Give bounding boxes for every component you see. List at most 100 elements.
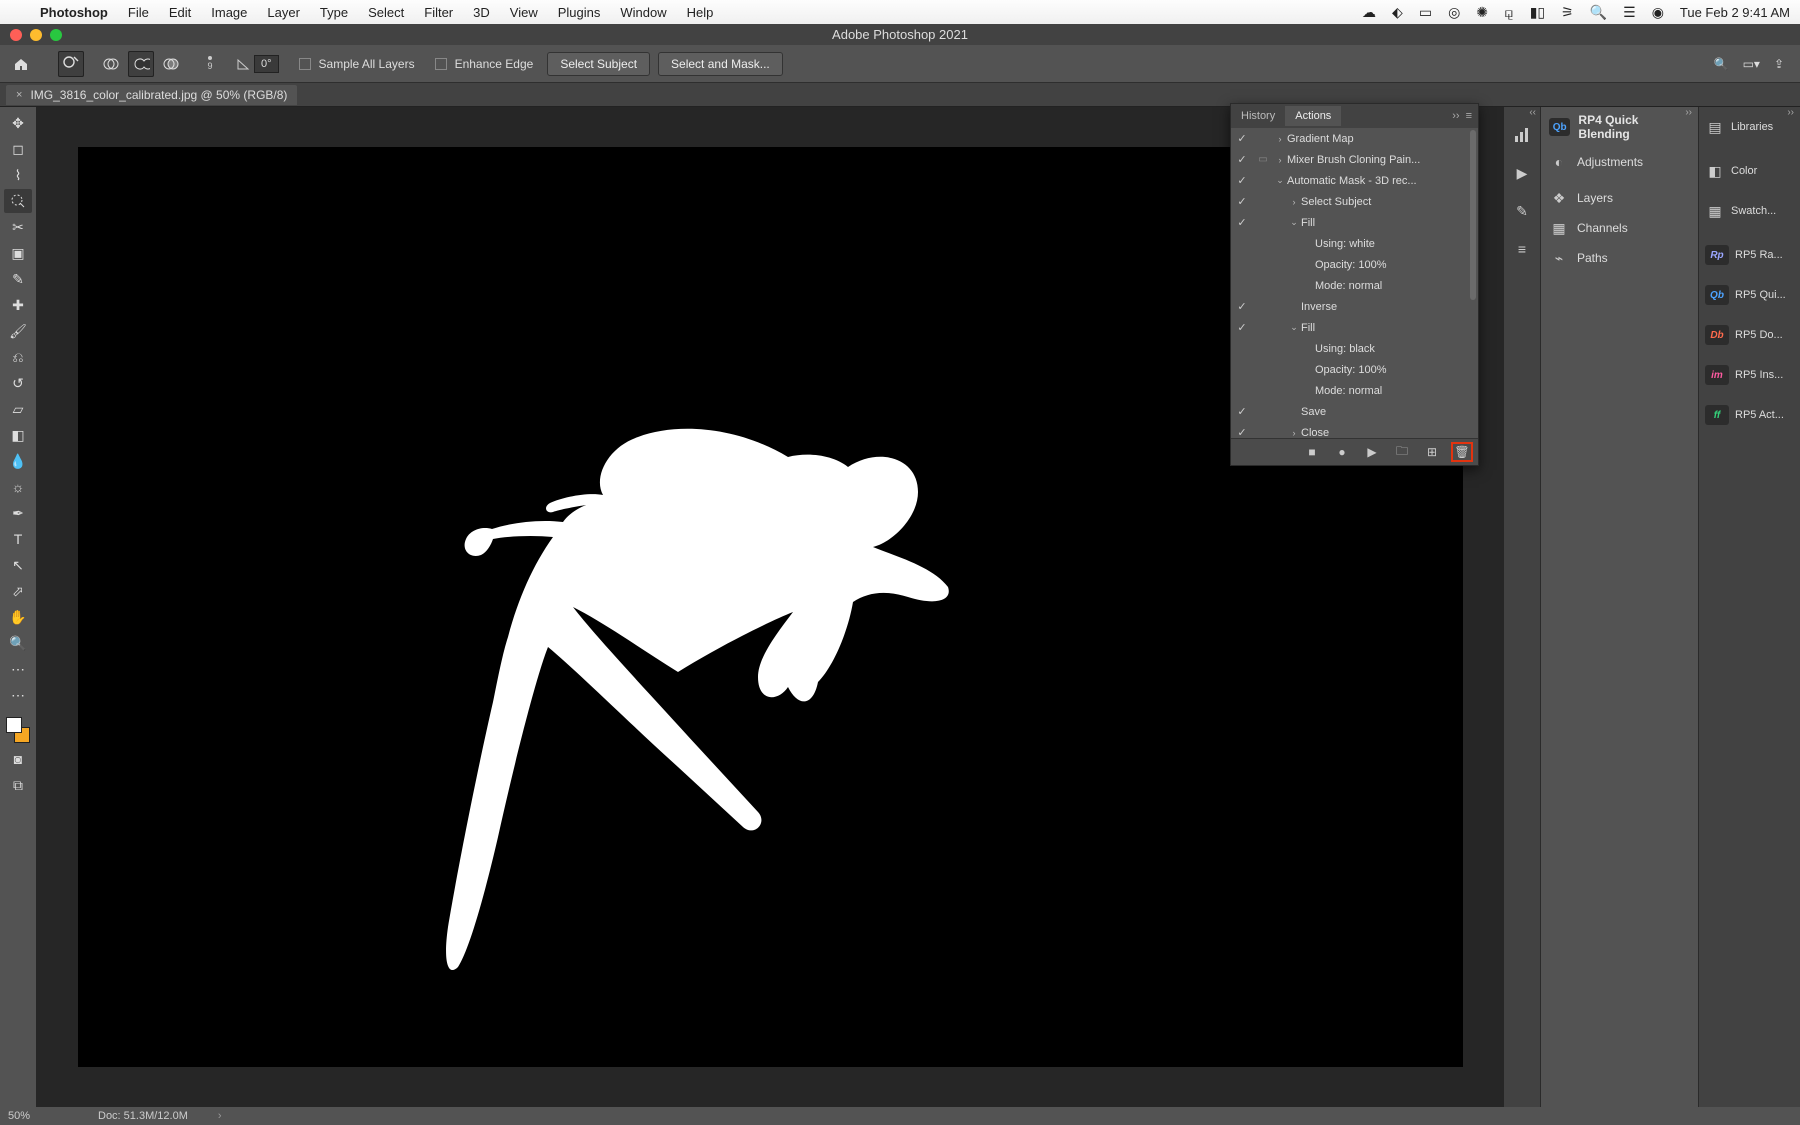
panel-menu-icon[interactable]: ≡ xyxy=(1466,110,1472,122)
action-row[interactable]: Opacity: 100% xyxy=(1231,254,1478,275)
ext-rp5-ins[interactable]: im RP5 Ins... xyxy=(1699,355,1800,395)
marquee-tool-icon[interactable]: ◻ xyxy=(4,137,32,161)
blur-tool-icon[interactable]: 💧 xyxy=(4,449,32,473)
enhance-edge-checkbox[interactable]: Enhance Edge xyxy=(429,57,540,71)
new-action-icon[interactable]: ⊞ xyxy=(1422,443,1442,461)
menu-edit[interactable]: Edit xyxy=(159,5,201,20)
document-tab[interactable]: × IMG_3816_color_calibrated.jpg @ 50% (R… xyxy=(6,85,297,105)
tool-preset-icon[interactable] xyxy=(58,51,84,77)
zoom-level[interactable]: 50% xyxy=(8,1110,68,1122)
edit-toolbar-icon[interactable]: ⋯ xyxy=(4,657,32,681)
menu-layer[interactable]: Layer xyxy=(257,5,310,20)
action-toggle-icon[interactable]: ✓ xyxy=(1231,426,1253,438)
foreground-background-swatch[interactable] xyxy=(4,715,32,745)
action-toggle-icon[interactable]: ✓ xyxy=(1231,153,1253,166)
at-icon[interactable]: ◎ xyxy=(1440,4,1468,21)
close-tab-icon[interactable]: × xyxy=(16,89,22,101)
spotlight-icon[interactable]: 🔍 xyxy=(1582,4,1615,21)
collapse-right-icon[interactable]: ›› xyxy=(1787,107,1794,118)
crop-tool-icon[interactable]: ✂ xyxy=(4,215,32,239)
quick-selection-tool-icon[interactable] xyxy=(4,189,32,213)
history-brush-tool-icon[interactable]: ↺ xyxy=(4,371,32,395)
collapse-mid-icon[interactable]: ›› xyxy=(1685,107,1692,118)
control-center-icon[interactable]: ☰ xyxy=(1615,4,1644,21)
eraser-tool-icon[interactable]: ▱ xyxy=(4,397,32,421)
doc-size[interactable]: Doc: 51.3M/12.0M xyxy=(98,1110,188,1122)
actions-tab[interactable]: Actions xyxy=(1285,106,1341,126)
menu-file[interactable]: File xyxy=(118,5,159,20)
move-tool-icon[interactable]: ✥ xyxy=(4,111,32,135)
action-toggle-icon[interactable]: ✓ xyxy=(1231,300,1253,313)
foreground-color-swatch[interactable] xyxy=(6,717,22,733)
intersect-selection-icon[interactable] xyxy=(158,51,184,77)
dock-brushes-icon[interactable]: ✎ xyxy=(1510,199,1534,223)
dodge-tool-icon[interactable]: ☼ xyxy=(4,475,32,499)
dropbox-icon[interactable]: ⬖ xyxy=(1384,4,1411,21)
actions-scrollbar[interactable] xyxy=(1470,130,1476,300)
dock-levels-icon[interactable] xyxy=(1510,123,1534,147)
panel-swatches[interactable]: ▦ Swatch... xyxy=(1699,191,1800,231)
wifi-icon[interactable]: ⚞ xyxy=(1553,4,1582,21)
action-toggle-icon[interactable]: ✓ xyxy=(1231,132,1253,145)
action-toggle-icon[interactable]: ✓ xyxy=(1231,216,1253,229)
hand-tool-icon[interactable]: ✋ xyxy=(4,605,32,629)
delete-action-icon[interactable]: 🗑 xyxy=(1452,443,1472,461)
type-tool-icon[interactable]: T xyxy=(4,527,32,551)
menu-window[interactable]: Window xyxy=(610,5,676,20)
subtract-from-selection-icon[interactable] xyxy=(128,51,154,77)
dock-play-icon[interactable]: ▶ xyxy=(1510,161,1534,185)
panel-paths[interactable]: ⌁ Paths xyxy=(1541,243,1698,273)
battery-icon[interactable]: ▮▯ xyxy=(1522,4,1553,21)
disclosure-icon[interactable]: ⌄ xyxy=(1287,217,1301,228)
zoom-tool-icon[interactable]: 🔍 xyxy=(4,631,32,655)
panel-adjustments[interactable]: ◐ Adjustments xyxy=(1541,147,1698,177)
screen-mode-tool-icon[interactable]: ⧉ xyxy=(4,773,32,797)
disclosure-icon[interactable]: ⌄ xyxy=(1287,322,1301,333)
panel-color[interactable]: ◧ Color xyxy=(1699,151,1800,191)
panel-channels[interactable]: ▦ Channels xyxy=(1541,213,1698,243)
disclosure-icon[interactable]: › xyxy=(1287,428,1301,438)
panel-rp4[interactable]: Qb RP4 Quick Blending xyxy=(1541,107,1698,147)
menu-type[interactable]: Type xyxy=(310,5,358,20)
action-row[interactable]: Mode: normal xyxy=(1231,275,1478,296)
menu-3d[interactable]: 3D xyxy=(463,5,500,20)
direct-selection-tool-icon[interactable]: ⬀ xyxy=(4,579,32,603)
search-icon[interactable]: 🔍 xyxy=(1714,57,1729,71)
pen-tool-icon[interactable]: ✒ xyxy=(4,501,32,525)
menu-image[interactable]: Image xyxy=(201,5,257,20)
disclosure-icon[interactable]: ⌄ xyxy=(1273,175,1287,186)
action-toggle-icon[interactable]: ✓ xyxy=(1231,195,1253,208)
dock-sliders-icon[interactable]: ≡ xyxy=(1510,237,1534,261)
action-row[interactable]: ✓▭›Mixer Brush Cloning Pain... xyxy=(1231,149,1478,170)
menu-app[interactable]: Photoshop xyxy=(30,5,118,20)
quick-mask-icon[interactable]: ◙ xyxy=(4,747,32,771)
menu-view[interactable]: View xyxy=(500,5,548,20)
cc-icon[interactable]: ✺ xyxy=(1468,4,1496,21)
lasso-tool-icon[interactable]: ⌇ xyxy=(4,163,32,187)
action-row[interactable]: Using: white xyxy=(1231,233,1478,254)
action-row[interactable]: Mode: normal xyxy=(1231,380,1478,401)
actions-panel[interactable]: History Actions ›› ≡ ✓›Gradient Map✓▭›Mi… xyxy=(1230,103,1479,466)
screen-mode-icon[interactable]: ▭▾ xyxy=(1743,57,1760,71)
new-set-icon[interactable]: 🗀 xyxy=(1392,443,1412,461)
action-row[interactable]: ✓›Gradient Map xyxy=(1231,128,1478,149)
action-row[interactable]: ✓Save xyxy=(1231,401,1478,422)
action-row[interactable]: ✓⌄Fill xyxy=(1231,212,1478,233)
menu-select[interactable]: Select xyxy=(358,5,414,20)
action-row[interactable]: ✓⌄Automatic Mask - 3D rec... xyxy=(1231,170,1478,191)
action-toggle-icon[interactable]: ✓ xyxy=(1231,405,1253,418)
angle-input[interactable]: 0° xyxy=(254,55,279,73)
ext-rp5-qui[interactable]: Qb RP5 Qui... xyxy=(1699,275,1800,315)
sample-all-layers-checkbox[interactable]: Sample All Layers xyxy=(293,57,421,71)
cloud-icon[interactable]: ☁︎ xyxy=(1354,4,1384,21)
brush-preview[interactable]: 9 xyxy=(198,56,222,71)
add-to-selection-icon[interactable] xyxy=(98,51,124,77)
panel-layers[interactable]: ❖ Layers xyxy=(1541,183,1698,213)
display-icon[interactable]: ▭ xyxy=(1411,4,1440,21)
action-row[interactable]: ✓⌄Fill xyxy=(1231,317,1478,338)
history-tab[interactable]: History xyxy=(1231,106,1285,126)
action-row[interactable]: Opacity: 100% xyxy=(1231,359,1478,380)
siri-icon[interactable]: ◉ xyxy=(1644,4,1672,21)
eyedropper-tool-icon[interactable]: ✎ xyxy=(4,267,32,291)
begin-recording-icon[interactable]: ● xyxy=(1332,443,1352,461)
